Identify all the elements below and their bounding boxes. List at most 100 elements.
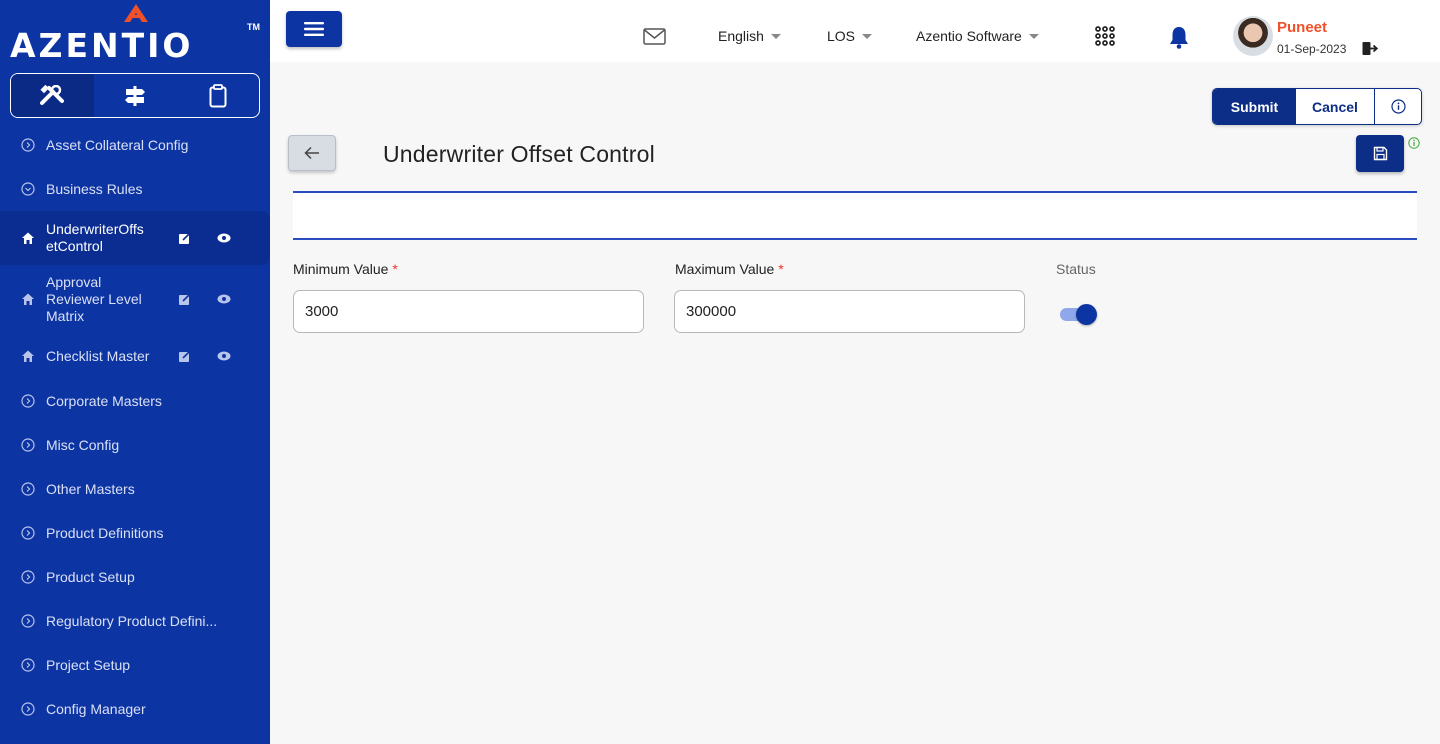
status-label: Status [1056,261,1096,277]
sidebar-item-project-setup[interactable]: Project Setup [0,643,270,687]
sidebar-item-approval-reviewer-level-matrix[interactable]: Approval Reviewer Level Matrix [0,265,270,333]
sidebar-item-underwriter-offset-control[interactable]: UnderwriterOffsetControl [0,211,270,265]
sidebar-nav: Asset Collateral Config Business Rules U… [0,123,270,731]
mode-tab-tools[interactable] [11,74,94,117]
status-toggle-knob [1076,304,1097,325]
main-content: Submit Cancel Underwriter Offset Control [270,62,1440,360]
info-icon[interactable] [1408,137,1420,149]
sidebar-item-label: Asset Collateral Config [46,137,189,153]
sidebar: AZENTIO TM Asset Collateral Config Busin… [0,0,270,744]
submit-button[interactable]: Submit [1213,89,1296,124]
module-value: LOS [827,28,856,44]
chevron-circle-icon [21,658,35,672]
caret-down-icon [770,33,781,39]
save-button[interactable] [1356,135,1404,172]
home-icon [21,349,35,363]
chevron-circle-icon [21,182,35,196]
avatar[interactable] [1233,16,1273,56]
sidebar-item-label: Product Setup [46,569,135,585]
user-date: 01-Sep-2023 [1277,42,1347,56]
mode-tab-clipboard[interactable] [176,74,259,117]
chevron-circle-icon [21,614,35,628]
chevron-circle-icon [21,702,35,716]
edit-icon[interactable] [177,349,191,363]
mode-tab-signpost[interactable] [94,74,177,117]
sidebar-item-business-rules[interactable]: Business Rules [0,167,270,211]
back-button[interactable] [288,135,336,171]
edit-icon[interactable] [177,231,191,245]
sidebar-item-label: Product Definitions [46,525,164,541]
info-button[interactable] [1375,89,1421,124]
sidebar-item-product-setup[interactable]: Product Setup [0,555,270,599]
minimum-value-label: Minimum Value * [293,261,398,277]
eye-icon[interactable] [217,349,231,363]
edit-icon[interactable] [177,292,191,306]
logo-wordmark: AZENTIO [10,26,194,65]
sidebar-item-label: Regulatory Product Defini... [46,613,218,629]
minimum-value-input[interactable] [293,290,644,333]
logo-tm: TM [247,22,260,32]
minimum-value-label-text: Minimum Value [293,261,389,277]
info-icon [1390,99,1406,114]
clipboard-icon [209,83,227,107]
section-band [293,191,1417,240]
sidebar-item-other-masters[interactable]: Other Masters [0,467,270,511]
maximum-value-input[interactable] [674,290,1025,333]
arrow-left-icon [304,146,319,160]
sidebar-item-label: Other Masters [46,481,135,497]
eye-icon[interactable] [217,231,231,245]
chevron-circle-icon [21,138,35,152]
content-empty-area [270,360,1440,744]
save-icon [1373,146,1387,161]
chevron-circle-icon [21,482,35,496]
sidebar-item-label: Config Manager [46,701,146,717]
sidebar-item-label: UnderwriterOffsetControl [46,221,144,254]
eye-icon[interactable] [217,292,231,306]
required-mark: * [392,261,398,277]
apps-grid-icon[interactable] [1095,26,1115,46]
chevron-circle-icon [21,394,35,408]
sidebar-mode-tabs [10,73,260,118]
bell-icon[interactable] [1168,25,1190,49]
form-action-group: Submit Cancel [1212,88,1422,125]
language-value: English [718,28,764,44]
mail-icon[interactable] [643,28,666,45]
caret-down-icon [1028,33,1039,39]
signpost-icon [125,85,145,106]
page-title: Underwriter Offset Control [383,141,655,167]
cancel-button[interactable]: Cancel [1296,89,1375,124]
chevron-circle-icon [21,570,35,584]
sidebar-item-label: Project Setup [46,657,131,673]
tools-icon [40,84,65,105]
logout-icon[interactable] [1362,41,1378,56]
sidebar-item-label: Checklist Master [46,348,150,364]
language-dropdown[interactable]: English [718,28,781,44]
sidebar-item-checklist-master[interactable]: Checklist Master [0,333,270,379]
sidebar-item-label: Approval Reviewer Level Matrix [46,273,142,324]
sidebar-item-corporate-masters[interactable]: Corporate Masters [0,379,270,423]
entity-value: Azentio Software [916,28,1022,44]
top-header: English LOS Azentio Software Puneet 01-S… [270,0,1440,62]
chevron-circle-icon [21,438,35,452]
sidebar-item-regulatory-product-definitions[interactable]: Regulatory Product Defini... [0,599,270,643]
maximum-value-label-text: Maximum Value [675,261,775,277]
sidebar-item-asset-collateral-config[interactable]: Asset Collateral Config [0,123,270,167]
user-name: Puneet [1277,19,1328,36]
hamburger-icon [304,22,324,36]
home-icon [21,292,35,306]
sidebar-item-config-manager[interactable]: Config Manager [0,687,270,731]
logo-mark-icon [124,4,148,22]
module-dropdown[interactable]: LOS [827,28,873,44]
sidebar-item-label: Business Rules [46,181,143,197]
required-mark: * [778,261,784,277]
chevron-circle-icon [21,526,35,540]
caret-down-icon [862,33,873,39]
sidebar-item-label: Misc Config [46,437,120,453]
sidebar-item-misc-config[interactable]: Misc Config [0,423,270,467]
hamburger-menu-button[interactable] [286,11,342,47]
maximum-value-label: Maximum Value * [675,261,784,277]
entity-dropdown[interactable]: Azentio Software [916,28,1039,44]
sidebar-item-product-definitions[interactable]: Product Definitions [0,511,270,555]
status-toggle[interactable] [1060,304,1097,325]
home-icon [21,231,35,245]
